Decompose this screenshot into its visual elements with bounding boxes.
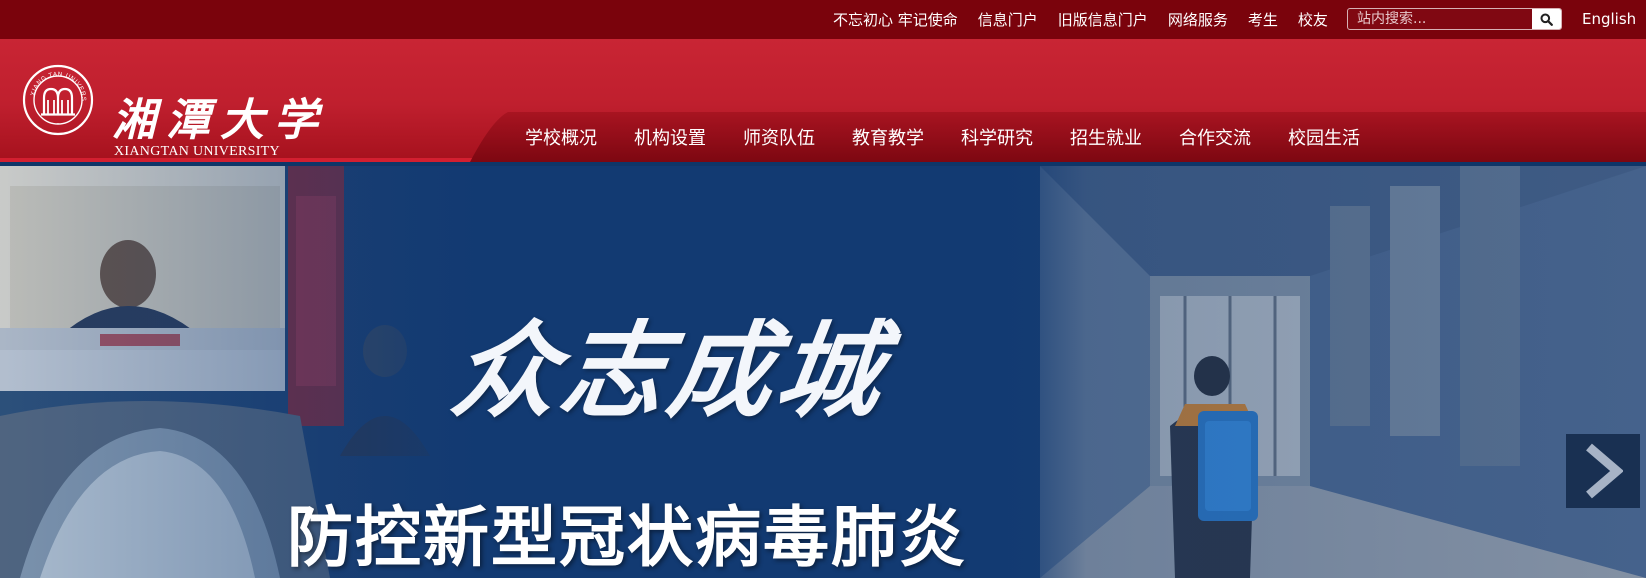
search-input[interactable]: [1348, 9, 1532, 29]
search-icon: [1540, 13, 1553, 26]
top-link-mission[interactable]: 不忘初心 牢记使命: [833, 9, 958, 30]
nav-item-organization[interactable]: 机构设置: [634, 124, 706, 150]
site-search: [1347, 8, 1562, 30]
english-link[interactable]: English: [1582, 0, 1636, 39]
university-logo[interactable]: XIANG TAN UNIVERSITY · · · 湘潭大学 XIANGTAN…: [22, 64, 318, 159]
search-button[interactable]: [1532, 9, 1561, 29]
nav-item-research[interactable]: 科学研究: [961, 124, 1033, 150]
nav-item-faculty[interactable]: 师资队伍: [743, 124, 815, 150]
banner-next-button[interactable]: [1566, 434, 1640, 508]
hero-headline: 众志成城: [445, 309, 895, 432]
nav-item-education[interactable]: 教育教学: [852, 124, 924, 150]
top-link-network-services[interactable]: 网络服务: [1168, 9, 1228, 30]
site-header: XIANG TAN UNIVERSITY · · · 湘潭大学 XIANGTAN…: [0, 39, 1646, 162]
top-link-old-portal[interactable]: 旧版信息门户: [1058, 9, 1148, 30]
hero-banner[interactable]: 众志成城 防控新型冠状病毒肺炎: [0, 166, 1646, 578]
top-links: 不忘初心 牢记使命 信息门户 旧版信息门户 网络服务 考生 校友: [833, 0, 1348, 39]
nav-item-admissions[interactable]: 招生就业: [1070, 124, 1142, 150]
top-utility-bar: 不忘初心 牢记使命 信息门户 旧版信息门户 网络服务 考生 校友 English: [0, 0, 1646, 39]
nav-item-cooperation[interactable]: 合作交流: [1179, 124, 1251, 150]
svg-text:· · ·: · · ·: [52, 120, 63, 128]
top-link-alumni[interactable]: 校友: [1298, 9, 1328, 30]
top-link-applicants[interactable]: 考生: [1248, 9, 1278, 30]
nav-item-campus-life[interactable]: 校园生活: [1288, 124, 1360, 150]
university-emblem-icon: XIANG TAN UNIVERSITY · · ·: [22, 64, 94, 136]
top-link-portal[interactable]: 信息门户: [978, 9, 1038, 30]
nav-item-about[interactable]: 学校概况: [525, 124, 597, 150]
hero-subline: 防控新型冠状病毒肺炎: [287, 499, 967, 576]
chevron-right-icon: [1586, 443, 1623, 499]
logo-english-name: XIANGTAN UNIVERSITY: [114, 144, 280, 159]
logo-chinese-name: 湘潭大学: [112, 95, 328, 146]
main-navigation: 学校概况 机构设置 师资队伍 教育教学 科学研究 招生就业 合作交流 校园生活: [470, 112, 1646, 162]
svg-text:XIANG TAN UNIVERSITY: XIANG TAN UNIVERSITY: [22, 64, 87, 102]
